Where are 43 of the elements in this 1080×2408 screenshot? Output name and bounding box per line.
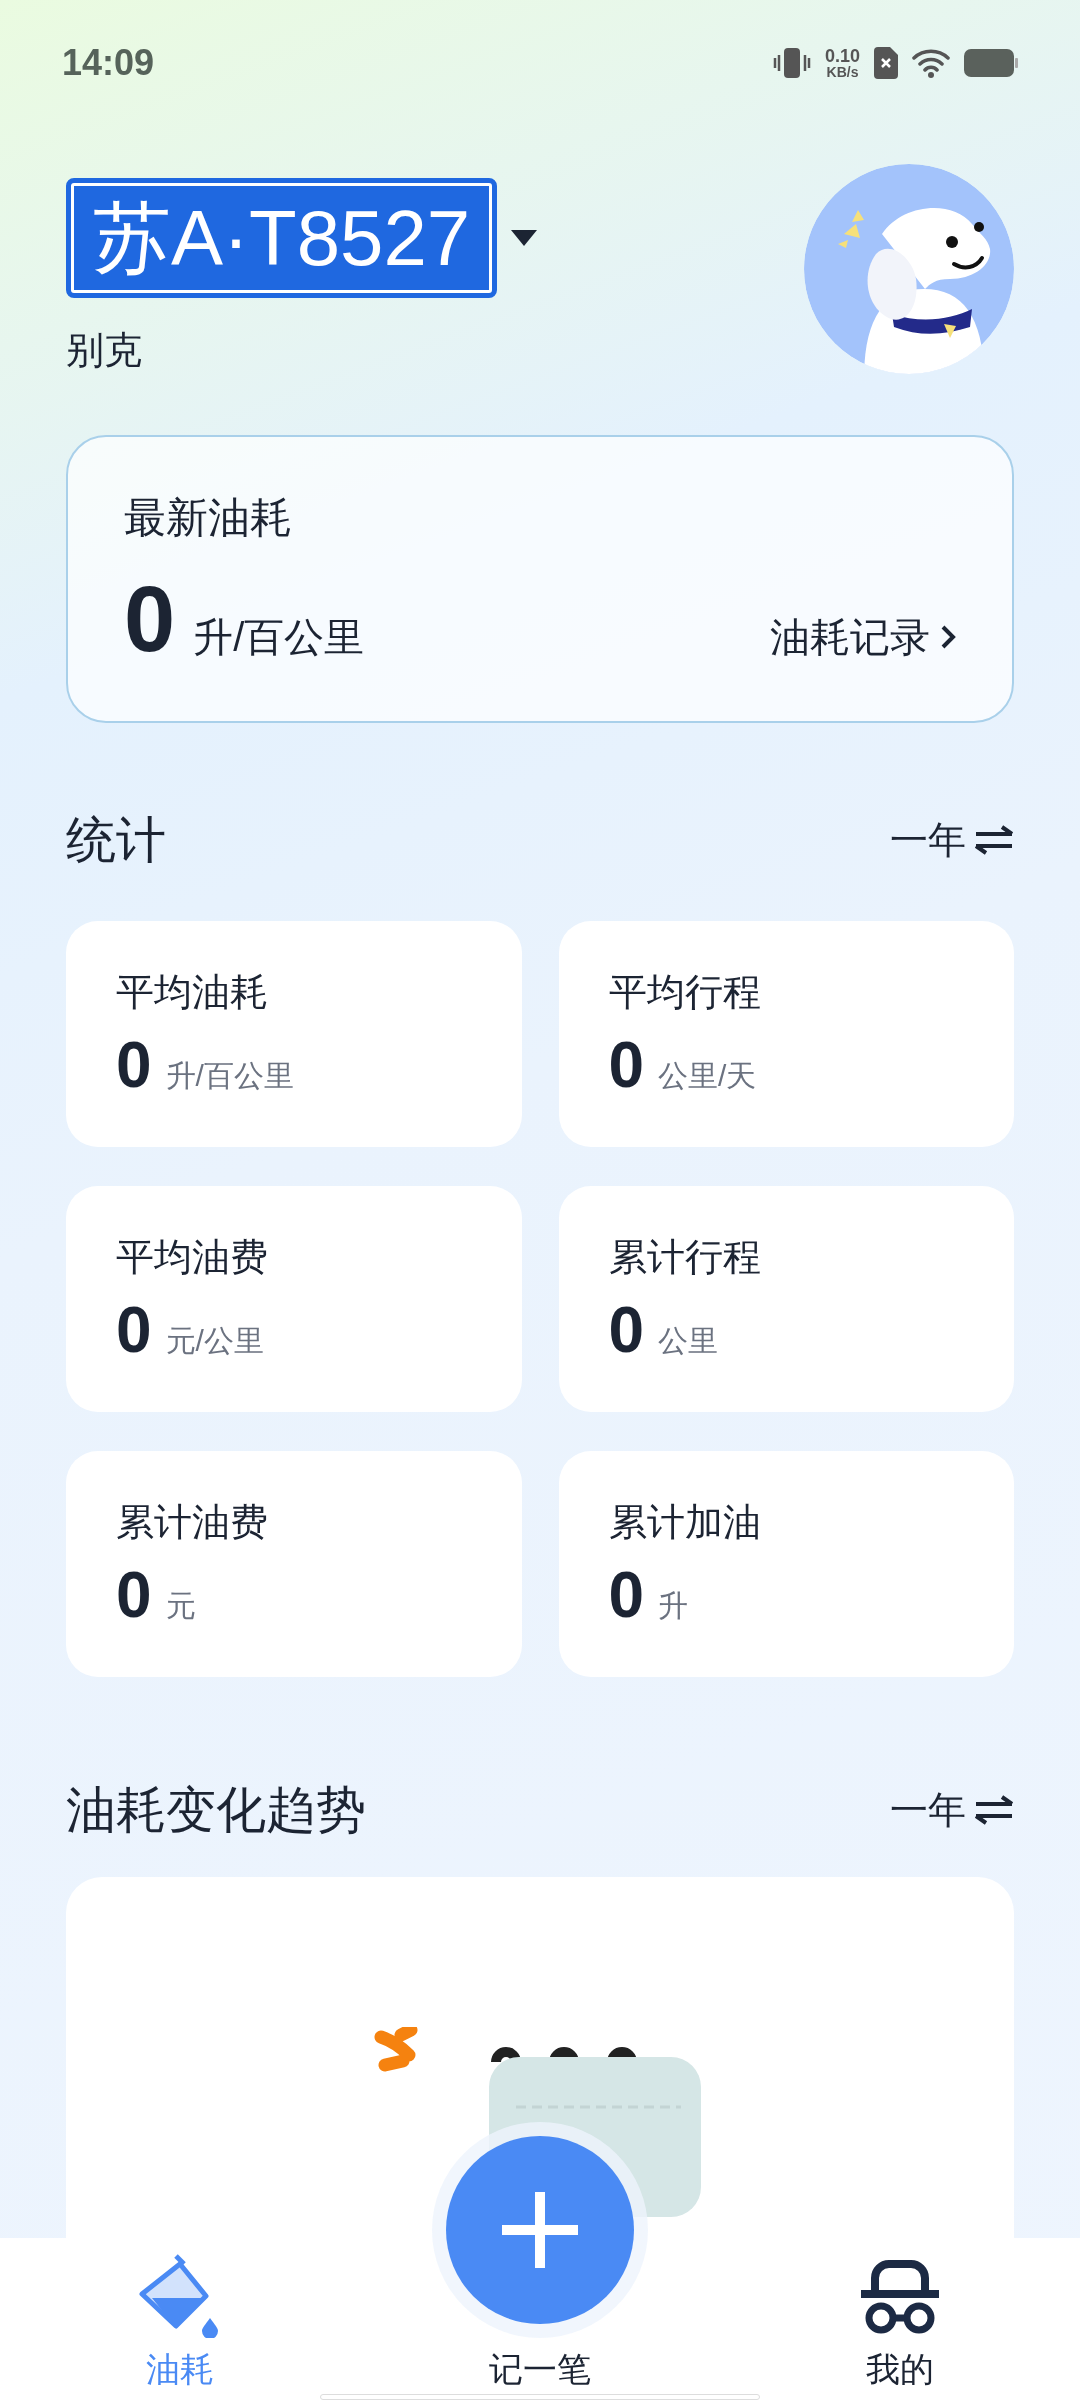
section-title: 统计 (66, 815, 166, 865)
consumption-records-link[interactable]: 油耗记录 (770, 617, 956, 657)
stat-title: 累计加油 (608, 1503, 762, 1541)
consumption-unit: 升/百公里 (193, 617, 365, 657)
nav-tab[interactable]: 记一笔 (489, 2352, 591, 2386)
license-plate[interactable]: 苏A·T8527 (66, 178, 498, 298)
battery-icon (964, 49, 1018, 77)
card-title: 最新油耗 (124, 497, 293, 539)
status-time: 14:09 (62, 41, 155, 85)
avatar-dog-drawing[interactable] (804, 164, 1014, 374)
stat-title: 平均行程 (608, 973, 762, 1011)
car-brand: 别克 (66, 328, 143, 373)
stat-unit: 元/公里 (165, 1326, 264, 1356)
wifi-icon (912, 48, 950, 78)
swap-icon (974, 1795, 1014, 1825)
stat-unit: 升/百公里 (165, 1061, 294, 1091)
plus-icon (502, 2192, 578, 2268)
stat-value: 0 (608, 1033, 645, 1097)
stat-value: 0 (608, 1298, 645, 1362)
stat-title: 平均油耗 (116, 973, 269, 1011)
sim-card-icon (874, 47, 898, 79)
consumption-value: 0 (124, 573, 176, 665)
network-speed: 0.10 (824, 47, 860, 65)
vibrate-icon (772, 46, 811, 80)
stat-unit: 元 (165, 1591, 196, 1621)
stat-unit: 公里/天 (658, 1061, 757, 1091)
stat-value: 0 (608, 1563, 645, 1627)
dropdown-caret-icon[interactable] (511, 230, 538, 246)
period-toggle[interactable]: 一年 (890, 1791, 1014, 1829)
stat-value: 0 (116, 1298, 152, 1362)
network-speed-unit: KB/s (826, 65, 859, 79)
chevron-right-icon (940, 624, 956, 650)
stat-unit: 公里 (658, 1326, 719, 1356)
period-toggle[interactable]: 一年 (890, 821, 1014, 859)
swap-icon (974, 825, 1014, 855)
stat-title: 累计油费 (116, 1503, 269, 1541)
stat-value: 0 (116, 1563, 152, 1627)
stat-title: 平均油费 (116, 1238, 269, 1276)
stat-unit: 升 (658, 1591, 689, 1621)
nav-tab[interactable]: 我的 (770, 2258, 1030, 2386)
stat-title: 累计行程 (608, 1238, 762, 1276)
stat-value: 0 (116, 1033, 152, 1097)
section-title: 油耗变化趋势 (66, 1785, 366, 1835)
